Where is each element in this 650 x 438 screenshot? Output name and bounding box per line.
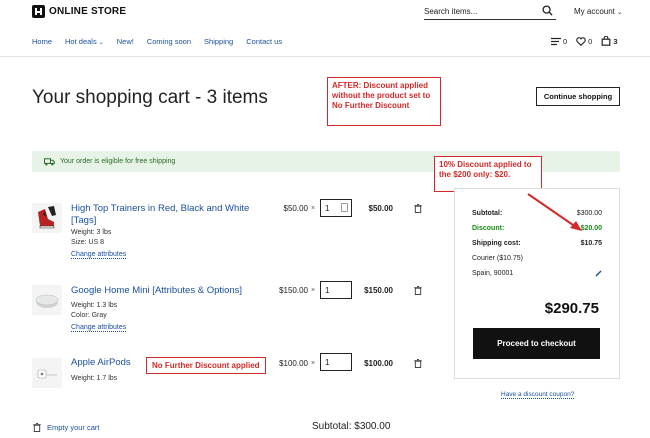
- quantity-value: 1: [325, 357, 330, 367]
- item-total: $100.00: [364, 359, 393, 368]
- search-icon[interactable]: [542, 5, 553, 16]
- summary-courier: Courier ($10.75): [472, 255, 523, 262]
- my-account-label: My account: [574, 7, 615, 16]
- nav-item-hot-deals-label: Hot deals: [65, 37, 97, 46]
- change-attributes-link[interactable]: Change attributes: [71, 324, 127, 332]
- earbuds-image-icon: [32, 358, 62, 388]
- times-symbol: ×: [311, 205, 316, 212]
- sneakers-image-icon: [32, 203, 62, 233]
- wishlist-link[interactable]: 0: [576, 37, 592, 46]
- item-name-trainers[interactable]: High Top Trainers in Red, Black and Whit…: [71, 203, 261, 227]
- quantity-stepper[interactable]: 1: [320, 281, 352, 299]
- nav-item-shipping[interactable]: Shipping: [204, 37, 233, 46]
- compare-count: 0: [563, 36, 568, 46]
- item-total: $50.00: [368, 204, 393, 213]
- spinner-arrows-icon[interactable]: [341, 203, 348, 212]
- item-attr-size: Size: US 8: [71, 239, 105, 246]
- compare-link[interactable]: 0: [551, 37, 567, 46]
- item-image-trainers[interactable]: [32, 203, 62, 233]
- quantity-stepper[interactable]: 1: [320, 353, 352, 371]
- times-symbol: ×: [311, 360, 316, 367]
- header-icons: 0 0 3: [551, 36, 618, 46]
- free-shipping-text: Your order is eligible for free shipping: [60, 158, 176, 165]
- wishlist-count: 0: [588, 36, 593, 46]
- proceed-to-checkout-button[interactable]: Proceed to checkout: [473, 328, 600, 359]
- nav-item-contact-us[interactable]: Contact us: [246, 37, 282, 46]
- cart-link[interactable]: 3: [601, 36, 618, 46]
- store-logo[interactable]: ONLINE STORE: [32, 5, 126, 18]
- search-input[interactable]: [424, 4, 534, 16]
- footer-subtotal: Subtotal: $300.00: [312, 421, 391, 432]
- smart-speaker-image-icon: [32, 285, 62, 315]
- cart-count: 3: [613, 36, 618, 46]
- main-nav: Home Hot deals ⌄ New! Coming soon Shippin…: [32, 37, 295, 46]
- shopping-bag-icon: [601, 36, 611, 46]
- quantity-value: 1: [325, 285, 330, 295]
- grand-total: $290.75: [544, 300, 599, 317]
- trash-icon[interactable]: [414, 359, 422, 368]
- item-attr-color: Color: Gray: [71, 312, 107, 319]
- item-attr-weight: Weight: 1.3 lbs: [71, 302, 118, 309]
- trash-icon[interactable]: [414, 204, 422, 213]
- compare-list-icon: [551, 37, 561, 45]
- trash-icon: [33, 423, 41, 432]
- quantity-value: 1: [325, 203, 330, 213]
- my-account-menu[interactable]: My account ⌄: [574, 7, 622, 16]
- summary-shipping-label: Shipping cost:: [472, 240, 521, 247]
- search-box[interactable]: [424, 4, 556, 20]
- nav-item-new[interactable]: New!: [117, 37, 134, 46]
- truck-icon: [44, 157, 55, 165]
- annotation-after-note: AFTER: Discount applied without the prod…: [327, 77, 441, 126]
- pencil-icon[interactable]: [595, 270, 602, 277]
- trash-icon[interactable]: [414, 286, 422, 295]
- empty-cart-label: Empty your cart: [47, 423, 100, 432]
- quantity-stepper[interactable]: 1: [320, 199, 352, 217]
- logo-icon: [32, 5, 45, 18]
- item-price: $150.00: [279, 286, 308, 295]
- item-total: $150.00: [364, 286, 393, 295]
- change-attributes-link[interactable]: Change attributes: [71, 251, 127, 259]
- annotation-arrow-icon: [527, 193, 582, 231]
- summary-shipping-value: $10.75: [580, 240, 602, 247]
- annotation-no-further-note: No Further Discount applied: [146, 357, 266, 374]
- annotation-ten-percent-note: 10% Discount applied to the $200 only: $…: [434, 156, 542, 192]
- discount-coupon-link[interactable]: Have a discount coupon?: [501, 391, 575, 399]
- summary-location-row: Spain, 90001: [472, 270, 602, 277]
- summary-shipping-row: Shipping cost: $10.75: [472, 240, 602, 247]
- chevron-down-icon: ⌄: [98, 40, 104, 46]
- item-attr-weight: Weight: 1.7 lbs: [71, 375, 118, 382]
- heart-icon: [576, 36, 586, 46]
- summary-courier-row: Courier ($10.75): [472, 255, 602, 262]
- item-image-airpods[interactable]: [32, 358, 62, 388]
- logo-text: ONLINE STORE: [49, 6, 127, 17]
- item-price: $100.00: [279, 359, 308, 368]
- times-symbol: ×: [311, 287, 316, 294]
- page-title: Your shopping cart - 3 items: [32, 87, 268, 108]
- item-price: $50.00: [283, 204, 308, 213]
- item-image-google-home[interactable]: [32, 285, 62, 315]
- nav-item-coming-soon[interactable]: Coming soon: [147, 37, 191, 46]
- item-attr-weight: Weight: 3 lbs: [71, 229, 112, 236]
- nav-item-hot-deals[interactable]: Hot deals ⌄: [65, 37, 104, 46]
- item-name-google-home[interactable]: Google Home Mini [Attributes & Options]: [71, 285, 261, 297]
- summary-discount-label: Discount:: [472, 225, 505, 232]
- summary-location: Spain, 90001: [472, 270, 514, 277]
- summary-subtotal-label: Subtotal:: [472, 210, 503, 217]
- continue-shopping-button[interactable]: Continue shopping: [536, 87, 620, 106]
- nav-item-home[interactable]: Home: [32, 37, 52, 46]
- empty-cart-link[interactable]: Empty your cart: [33, 423, 100, 432]
- header-divider: [0, 56, 650, 57]
- chevron-down-icon: ⌄: [617, 10, 623, 16]
